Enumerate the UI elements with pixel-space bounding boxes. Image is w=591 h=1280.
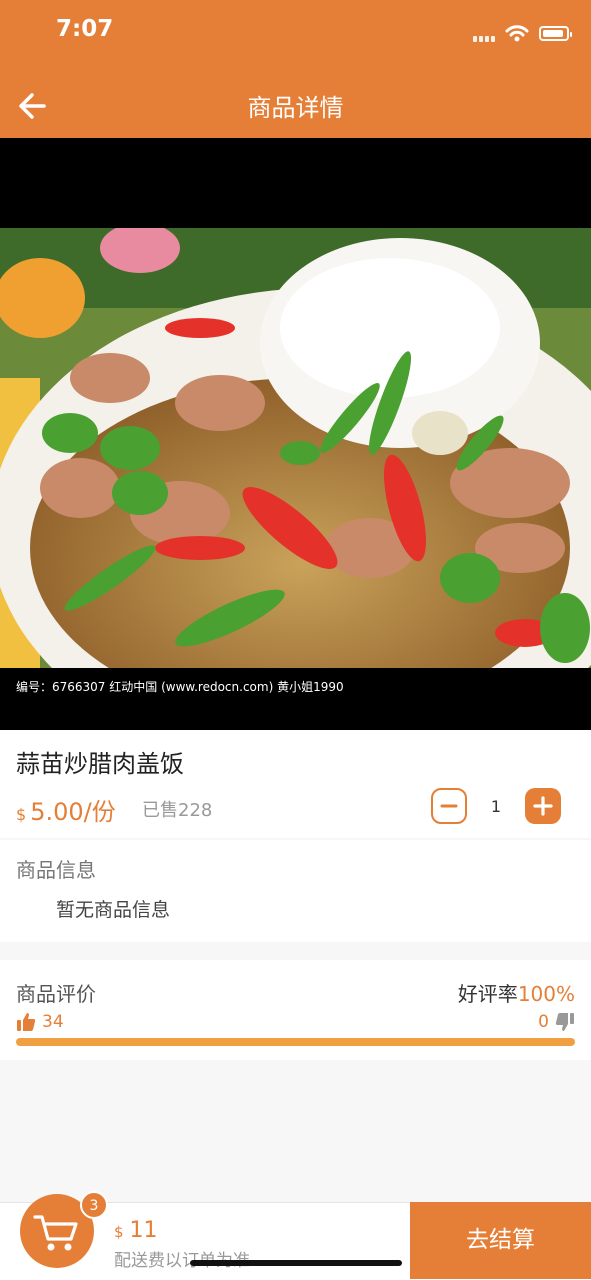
cart-total: $11 [114,1218,158,1243]
battery-icon [539,25,572,41]
food-photo [0,228,591,668]
header: 7:07 商品详情 [0,0,591,138]
checkout-button[interactable]: 去结算 [410,1202,591,1279]
section-heading-info: 商品信息 [16,858,96,882]
home-indicator[interactable] [190,1260,402,1266]
like-count: 34 [42,1012,64,1032]
section-heading-reviews: 商品评价 [16,982,96,1006]
thumbs-down-icon [555,1013,574,1031]
cellular-signal-icon [473,24,495,42]
status-time: 7:07 [56,16,114,42]
price-value: 5.00/份 [30,798,116,826]
rating-progress-fill [16,1038,575,1046]
shipping-note: 配送费以订单为准 [114,1251,250,1271]
product-name: 蒜苗炒腊肉盖饭 [16,750,184,778]
minus-icon [440,804,458,808]
dislike-count-group: 0 [538,1012,575,1032]
positive-rate: 好评率100% [458,978,575,1007]
wifi-icon [505,25,529,42]
product-info-card: 蒜苗炒腊肉盖饭 $5.00/份 已售228 1 [0,730,591,838]
cart-count-badge: 3 [80,1191,108,1219]
increase-quantity-button[interactable] [525,788,561,824]
status-icons [473,24,572,42]
quantity-stepper: 1 [431,788,561,824]
plus-icon [533,796,553,816]
decrease-quantity-button[interactable] [431,788,467,824]
positive-rate-label: 好评率 [457,982,518,1006]
product-image: 编号：6766307 红动中国 (www.redocn.com) 黄小姐1990 [0,138,591,730]
product-description-card: 商品信息 暂无商品信息 [0,840,591,942]
product-price: $5.00/份 [16,792,116,827]
page-title: 商品详情 [247,94,344,122]
total-value: 11 [129,1218,158,1243]
rating-progress-bar [16,1038,575,1046]
total-currency-symbol: $ [114,1223,124,1241]
reviews-card: 商品评价 好评率100% 34 0 [0,960,591,1060]
thumbs-up-icon [17,1013,36,1031]
positive-rate-value: 100% [517,982,575,1006]
like-count-group: 34 [16,1012,64,1032]
image-caption: 编号：6766307 红动中国 (www.redocn.com) 黄小姐1990 [16,680,344,694]
description-text: 暂无商品信息 [56,899,171,921]
sold-count: 已售228 [142,800,213,821]
dislike-count: 0 [538,1012,549,1032]
quantity-value: 1 [490,796,502,816]
currency-symbol: $ [16,805,27,824]
